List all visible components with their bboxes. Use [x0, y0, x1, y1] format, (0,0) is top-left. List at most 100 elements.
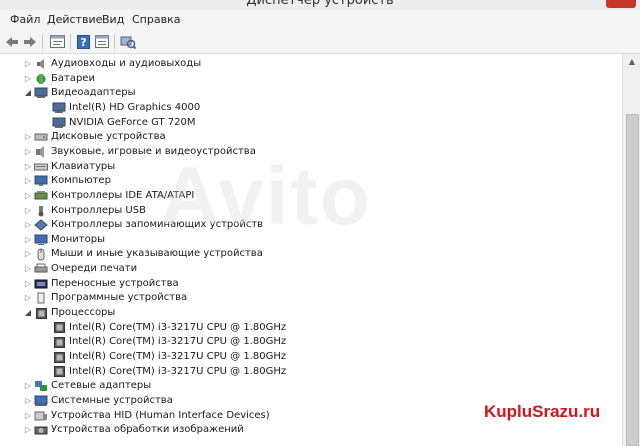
tree-category[interactable]: ▷ Переносные устройства	[22, 277, 179, 291]
display-adapter-icon	[52, 116, 66, 129]
tree-category[interactable]: ▷ Мониторы	[22, 233, 105, 247]
portable-device-icon	[34, 277, 48, 290]
menu-view[interactable]: Вид	[99, 13, 127, 26]
expand-arrow-icon[interactable]: ▷	[22, 160, 34, 174]
tree-item-label: Очереди печати	[51, 263, 138, 275]
tree-category[interactable]: ▷ Компьютер	[22, 174, 111, 188]
properties-icon[interactable]	[48, 33, 66, 50]
expand-arrow-icon[interactable]: ▷	[22, 423, 34, 437]
tree-device[interactable]: Intel(R) HD Graphics 4000	[38, 101, 200, 115]
back-arrow-icon[interactable]	[4, 33, 20, 50]
tree-category[interactable]: ▷ Устройства HID (Human Interface Devices…	[22, 409, 270, 423]
tree-device[interactable]: Intel(R) Core(TM) i3-3217U CPU @ 1.80GHz	[38, 350, 286, 364]
help-icon[interactable]: ?	[75, 33, 91, 50]
tree-device[interactable]: NVIDIA GeForce GT 720M	[38, 116, 195, 130]
tree-category[interactable]: ◢ Процессоры	[22, 306, 115, 320]
toolbar-separator	[114, 34, 115, 49]
tree-category[interactable]: ▷ Устройства обработки изображений	[22, 423, 244, 437]
expand-arrow-icon[interactable]: ▷	[22, 262, 34, 276]
tree-device[interactable]: Intel(R) Core(TM) i3-3217U CPU @ 1.80GHz	[38, 321, 286, 335]
expand-arrow-icon[interactable]: ▷	[22, 204, 34, 218]
tree-device[interactable]: Intel(R) Core(TM) i3-3217U CPU @ 1.80GHz	[38, 335, 286, 349]
processor-icon	[52, 351, 66, 364]
svg-text:?: ?	[80, 36, 86, 49]
tree-category[interactable]: ▷ Сетевые адаптеры	[22, 379, 151, 393]
tree-item-label: Видеоадаптеры	[51, 87, 136, 99]
tree-item-label: NVIDIA GeForce GT 720M	[69, 116, 196, 128]
tree-item-label: Контроллеры IDE ATA/ATAPI	[51, 189, 195, 201]
scroll-up-icon[interactable]: ▲	[623, 54, 640, 70]
expand-arrow-icon[interactable]: ▷	[22, 277, 34, 291]
scroll-thumb[interactable]	[626, 114, 639, 446]
details-icon[interactable]	[94, 33, 110, 50]
tree-category[interactable]: ▷ Контроллеры запоминающих устройств	[22, 218, 263, 232]
close-button[interactable]	[606, 0, 636, 8]
tree-item-label: Системные устройства	[51, 394, 173, 406]
expand-arrow-icon[interactable]: ▷	[22, 379, 34, 393]
tree-category[interactable]: ◢ Видеоадаптеры	[22, 86, 135, 100]
scan-hardware-icon[interactable]	[119, 33, 137, 50]
expand-arrow-icon[interactable]: ▷	[22, 218, 34, 232]
speaker-icon	[34, 58, 48, 71]
toolbar: ?	[0, 30, 640, 54]
tree-item-label: Клавиатуры	[51, 160, 116, 172]
tree-item-label: Звуковые, игровые и видеоустройства	[51, 145, 256, 157]
menu-file[interactable]: Файл	[7, 13, 43, 26]
tree-category[interactable]: ▷ Клавиатуры	[22, 160, 115, 174]
expand-arrow-icon[interactable]: ▷	[22, 72, 34, 86]
collapse-arrow-icon[interactable]: ◢	[22, 306, 34, 320]
tree-item-label: Устройства HID (Human Interface Devices)	[51, 409, 270, 421]
tree-item-label: Intel(R) Core(TM) i3-3217U CPU @ 1.80GHz	[69, 351, 287, 362]
expand-arrow-icon[interactable]: ▷	[22, 174, 34, 188]
processor-icon	[52, 336, 66, 349]
tree-category[interactable]: ▷ Контроллеры USB	[22, 204, 146, 218]
tree-category[interactable]: ▷ Мыши и иные указывающие устройства	[22, 247, 263, 261]
expand-arrow-icon[interactable]: ▷	[22, 189, 34, 203]
tree-item-label: Батареи	[51, 72, 95, 84]
window-title: Диспетчер устройств	[246, 0, 394, 8]
display-adapter-icon	[34, 87, 48, 100]
expand-arrow-icon[interactable]: ▷	[22, 291, 34, 305]
tree-item-label: Переносные устройства	[51, 277, 179, 289]
menu-help[interactable]: Справка	[129, 13, 183, 26]
network-adapter-icon	[34, 380, 48, 393]
tree-category[interactable]: ▷ Аудиовходы и аудиовыходы	[22, 57, 201, 71]
tree-category[interactable]: ▷ Программные устройства	[22, 291, 187, 305]
device-tree[interactable]: ▷ Аудиовходы и аудиовыходы ▷ Батареи ◢ Видеоа…	[0, 54, 622, 446]
tree-item-label: Контроллеры USB	[51, 204, 146, 216]
tree-item-label: Устройства обработки изображений	[51, 424, 244, 436]
tree-category[interactable]: ▷ Системные устройства	[22, 394, 173, 408]
tree-category[interactable]: ▷ Дисковые устройства	[22, 130, 166, 144]
expand-arrow-icon[interactable]: ▷	[22, 57, 34, 71]
expand-arrow-icon[interactable]: ▷	[22, 130, 34, 144]
keyboard-icon	[34, 160, 48, 173]
vertical-scrollbar[interactable]: ▲	[622, 54, 640, 446]
tree-category[interactable]: ▷ Очереди печати	[22, 262, 137, 276]
hid-icon	[34, 409, 48, 422]
menu-bar: Файл Действие Вид Справка	[0, 10, 640, 30]
tree-category[interactable]: ▷ Батареи	[22, 72, 95, 86]
tree-item-label: Intel(R) HD Graphics 4000	[69, 101, 201, 113]
expand-arrow-icon[interactable]: ▷	[22, 233, 34, 247]
tree-device[interactable]: Intel(R) Core(TM) i3-3217U CPU @ 1.80GHz	[38, 365, 286, 379]
tree-category[interactable]: ▷ Звуковые, игровые и видеоустройства	[22, 145, 256, 159]
computer-icon	[34, 175, 48, 188]
expand-arrow-icon[interactable]: ▷	[22, 409, 34, 423]
tree-item-label: Дисковые устройства	[51, 131, 166, 143]
tree-item-label: Intel(R) Core(TM) i3-3217U CPU @ 1.80GHz	[69, 365, 287, 377]
battery-icon	[34, 72, 48, 85]
expand-arrow-icon[interactable]: ▷	[22, 145, 34, 159]
tree-item-label: Программные устройства	[51, 292, 188, 304]
expand-arrow-icon[interactable]: ▷	[22, 394, 34, 408]
printer-icon	[34, 263, 48, 276]
tree-item-label: Процессоры	[51, 307, 116, 319]
forward-arrow-icon[interactable]	[22, 33, 38, 50]
tree-category[interactable]: ▷ Контроллеры IDE ATA/ATAPI	[22, 189, 194, 203]
collapse-arrow-icon[interactable]: ◢	[22, 86, 34, 100]
processor-icon	[34, 307, 48, 320]
menu-action[interactable]: Действие	[44, 13, 105, 26]
expand-arrow-icon[interactable]: ▷	[22, 247, 34, 261]
